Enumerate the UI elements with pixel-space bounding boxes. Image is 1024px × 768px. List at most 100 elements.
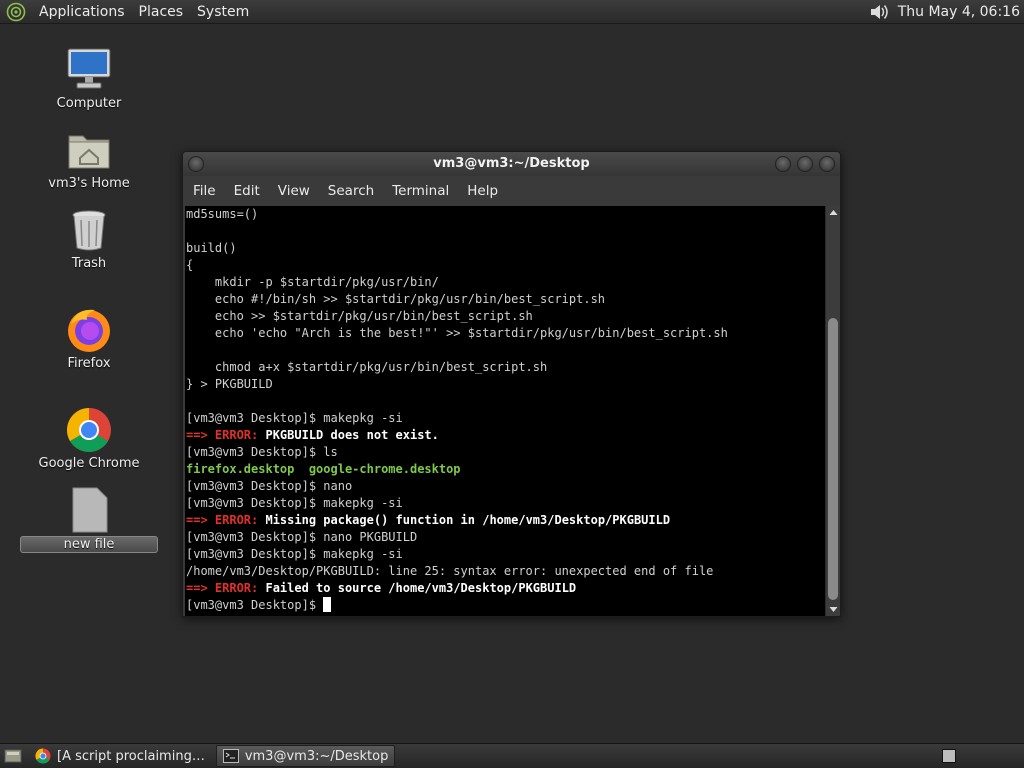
terminal-text-segment: echo >> $startdir/pkg/usr/bin/best_scrip…	[186, 309, 533, 323]
menu-help[interactable]: Help	[458, 183, 507, 199]
menu-view[interactable]: View	[269, 183, 319, 199]
desktop-icon-home[interactable]: vm3's Home	[29, 126, 149, 191]
firefox-icon	[68, 309, 110, 352]
terminal-line: [vm3@vm3 Desktop]$ nano	[186, 478, 825, 495]
terminal-line: [vm3@vm3 Desktop]$	[186, 597, 825, 614]
desktop-icon-label: vm3's Home	[48, 176, 130, 191]
terminal-menubar: File Edit View Search Terminal Help	[183, 176, 840, 206]
menu-edit[interactable]: Edit	[225, 183, 269, 199]
terminal-text-segment: Missing package() function in /home/vm3/…	[265, 513, 671, 527]
terminal-line: echo >> $startdir/pkg/usr/bin/best_scrip…	[186, 308, 825, 325]
chrome-icon	[35, 748, 51, 764]
desktop-icon-label: Computer	[56, 96, 122, 111]
minimize-button[interactable]	[775, 156, 791, 172]
desktop-icon-label: Firefox	[67, 356, 111, 371]
show-desktop-icon[interactable]	[4, 748, 22, 764]
terminal-line: chmod a+x $startdir/pkg/usr/bin/best_scr…	[186, 359, 825, 376]
terminal-line: [vm3@vm3 Desktop]$ ls	[186, 444, 825, 461]
terminal-text-segment: [vm3@vm3 Desktop]$ makepkg -si	[186, 547, 403, 561]
desktop-icon-label: Trash	[71, 256, 107, 271]
terminal-line: [vm3@vm3 Desktop]$ makepkg -si	[186, 546, 825, 563]
desktop-icon-trash[interactable]: Trash	[29, 206, 149, 271]
terminal-text-segment: ==> ERROR:	[186, 428, 266, 442]
scroll-up-arrow-icon[interactable]	[826, 206, 841, 220]
menu-file[interactable]: File	[184, 183, 225, 199]
terminal-text-segment: /home/vm3/Desktop/PKGBUILD: line 25: syn…	[186, 564, 714, 578]
terminal-output[interactable]: md5sums=() build() { mkdir -p $startdir/pk…	[185, 206, 825, 616]
terminal-text-segment: mkdir -p $startdir/pkg/usr/bin/	[186, 275, 439, 289]
taskbar-item-chrome[interactable]: [A script proclaiming…	[28, 745, 212, 767]
scrollbar-thumb[interactable]	[828, 318, 838, 600]
computer-icon	[67, 48, 111, 89]
distro-logo-icon[interactable]	[6, 2, 26, 22]
chrome-icon	[67, 408, 111, 452]
terminal-text-segment: firefox.desktop google-chrome.desktop	[186, 462, 461, 476]
terminal-text-segment: ==> ERROR:	[186, 513, 266, 527]
terminal-line: } > PKGBUILD	[186, 376, 825, 393]
terminal-text-segment: [vm3@vm3 Desktop]$ nano	[186, 479, 353, 493]
terminal-text-segment: [vm3@vm3 Desktop]$ makepkg -si	[186, 411, 403, 425]
taskbar-item-label: vm3@vm3:~/Desktop	[244, 748, 389, 764]
volume-icon[interactable]	[868, 2, 890, 22]
close-button[interactable]	[819, 156, 835, 172]
workspace-switcher[interactable]	[942, 749, 956, 763]
terminal-line: {	[186, 257, 825, 274]
terminal-line: /home/vm3/Desktop/PKGBUILD: line 25: syn…	[186, 563, 825, 580]
home-folder-icon	[68, 135, 110, 169]
panel-tray: Thu May 4, 06:16	[868, 0, 1024, 23]
window-titlebar[interactable]: vm3@vm3:~/Desktop	[183, 152, 840, 176]
terminal-window[interactable]: vm3@vm3:~/Desktop File Edit View Search …	[182, 151, 841, 617]
terminal-line: mkdir -p $startdir/pkg/usr/bin/	[186, 274, 825, 291]
scroll-down-arrow-icon[interactable]	[826, 602, 841, 616]
file-icon	[72, 487, 108, 533]
terminal-line: [vm3@vm3 Desktop]$ makepkg -si	[186, 410, 825, 427]
terminal-text-segment: {	[186, 258, 194, 272]
desktop-icon-firefox[interactable]: Firefox	[29, 306, 149, 371]
trash-icon	[72, 210, 106, 251]
terminal-icon	[222, 749, 239, 763]
terminal-scrollbar[interactable]	[825, 206, 840, 616]
bottom-panel: [A script proclaiming… vm3@vm3:~/Desktop	[0, 743, 1024, 768]
panel-menu-bar: Applications Places System	[0, 0, 256, 23]
terminal-text-segment: PKGBUILD does not exist.	[265, 428, 439, 442]
desktop-icon-computer[interactable]: Computer	[29, 46, 149, 111]
terminal-line: ==> ERROR: Failed to source /home/vm3/De…	[186, 580, 825, 597]
terminal-text-segment: [vm3@vm3 Desktop]$	[186, 598, 324, 612]
menu-applications[interactable]: Applications	[32, 0, 132, 24]
terminal-text-segment: } > PKGBUILD	[186, 377, 273, 391]
menu-terminal[interactable]: Terminal	[383, 183, 458, 199]
terminal-text-segment: md5sums=()	[186, 207, 259, 221]
terminal-text-segment: Failed to source /home/vm3/Desktop/PKGBU…	[265, 581, 577, 595]
terminal-text: md5sums=() build() { mkdir -p $startdir/pk…	[185, 206, 825, 614]
top-panel: Applications Places System Thu May 4, 06…	[0, 0, 1024, 24]
menu-system[interactable]: System	[190, 0, 256, 24]
terminal-text-segment: echo 'echo "Arch is the best!"' >> $star…	[186, 326, 728, 340]
terminal-text-segment: [vm3@vm3 Desktop]$ ls	[186, 445, 338, 459]
maximize-button[interactable]	[797, 156, 813, 172]
taskbar-item-terminal[interactable]: vm3@vm3:~/Desktop	[215, 745, 396, 767]
desktop-icon-label: new file	[20, 536, 158, 553]
terminal-line: echo #!/bin/sh >> $startdir/pkg/usr/bin/…	[186, 291, 825, 308]
terminal-text-segment: [vm3@vm3 Desktop]$ makepkg -si	[186, 496, 403, 510]
terminal-line: [vm3@vm3 Desktop]$ nano PKGBUILD	[186, 529, 825, 546]
terminal-line: build()	[186, 240, 825, 257]
menu-places[interactable]: Places	[132, 0, 191, 24]
terminal-line: ==> ERROR: PKGBUILD does not exist.	[186, 427, 825, 444]
taskbar-item-label: [A script proclaiming…	[57, 748, 205, 764]
terminal-cursor	[323, 597, 332, 612]
window-title: vm3@vm3:~/Desktop	[433, 156, 590, 171]
terminal-text-segment: build()	[186, 241, 237, 255]
menu-search[interactable]: Search	[319, 183, 383, 199]
desktop-icon-chrome[interactable]: Google Chrome	[29, 406, 149, 471]
terminal-text-segment: ==> ERROR:	[186, 581, 266, 595]
terminal-line: md5sums=()	[186, 206, 825, 223]
terminal-text-segment: echo #!/bin/sh >> $startdir/pkg/usr/bin/…	[186, 292, 606, 306]
desktop-icon-new-file[interactable]: new file	[20, 486, 158, 553]
terminal-text-segment: [vm3@vm3 Desktop]$ nano PKGBUILD	[186, 530, 418, 544]
clock[interactable]: Thu May 4, 06:16	[898, 4, 1024, 20]
terminal-line: echo 'echo "Arch is the best!"' >> $star…	[186, 325, 825, 342]
terminal-text-segment: chmod a+x $startdir/pkg/usr/bin/best_scr…	[186, 360, 548, 374]
